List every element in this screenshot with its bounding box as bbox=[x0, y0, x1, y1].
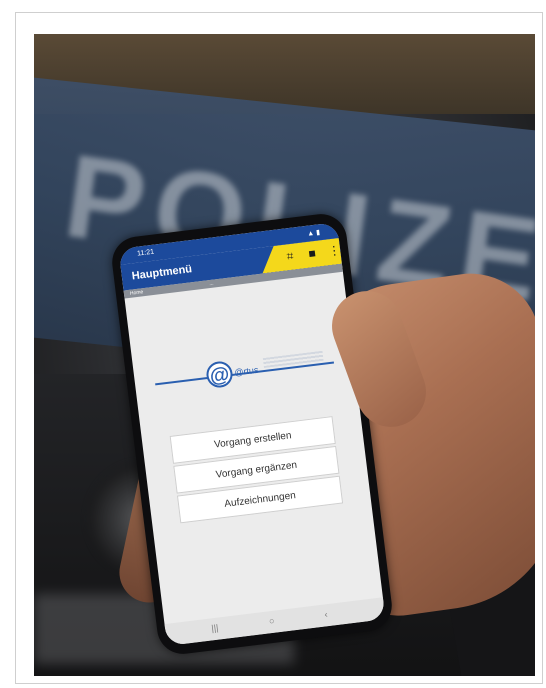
status-time: 11:21 bbox=[136, 248, 155, 258]
scan-icon[interactable]: ⌗ bbox=[286, 249, 295, 265]
folder-icon[interactable]: ■ bbox=[308, 246, 317, 261]
subbar-left-label: Home bbox=[129, 289, 144, 297]
artus-logo: @ @rtus bbox=[153, 344, 335, 396]
more-vert-icon[interactable]: ⋮ bbox=[327, 243, 341, 258]
subbar-center-label: ... bbox=[209, 280, 214, 288]
back-icon[interactable]: ‹ bbox=[324, 609, 328, 619]
phone-screen: 11:21 ▲ ▮ Hauptmenü ⌗ ■ ⋮ Home ... @ @rt… bbox=[118, 222, 386, 646]
main-menu: Vorgang erstellen Vorgang ergänzen Aufze… bbox=[169, 416, 344, 525]
status-icons: ▲ ▮ bbox=[306, 229, 321, 238]
app-title: Hauptmenü bbox=[131, 263, 193, 283]
at-sign-icon: @ bbox=[205, 360, 234, 390]
logo-text: @rtus bbox=[233, 364, 259, 378]
photo: POLIZEI 11:21 ▲ ▮ Hauptmenü ⌗ ■ ⋮ Home .… bbox=[34, 34, 535, 676]
recent-apps-icon[interactable]: ||| bbox=[211, 623, 219, 634]
home-icon[interactable]: ○ bbox=[268, 616, 275, 627]
